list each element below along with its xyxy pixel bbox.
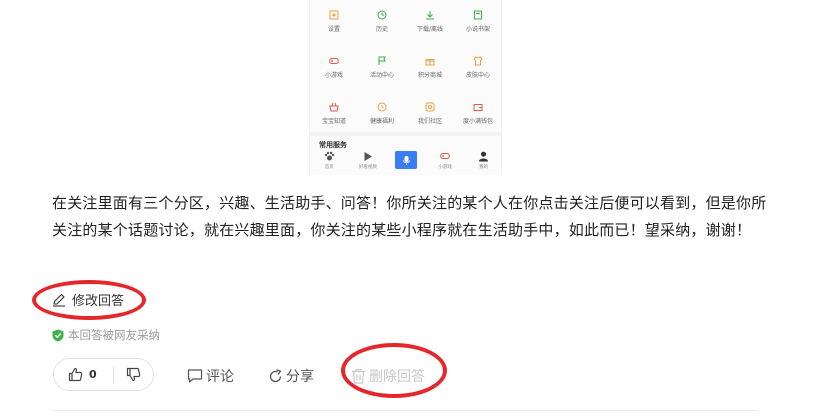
section-divider	[310, 132, 501, 136]
annotation-ring-edit	[32, 280, 146, 320]
service-grid-label: 健康福利	[369, 118, 394, 125]
bookshelf-icon	[474, 10, 482, 20]
phone-tab-label: 我的	[479, 165, 489, 170]
phone-tab[interactable]	[387, 148, 426, 175]
thumbs-up-icon	[68, 367, 83, 382]
service-grid-item[interactable]: 皮肤中心	[454, 54, 501, 86]
phone-tab-bar: 首页 好看视频 小游戏 我的	[310, 148, 501, 175]
annotation-ring-delete	[341, 343, 447, 398]
gamepad-icon	[439, 153, 450, 159]
service-grid-item[interactable]: 历史	[358, 8, 406, 40]
bottom-divider	[52, 410, 758, 411]
service-grid-row: 设置 历史 下载/离线 小说书架	[310, 8, 501, 40]
shirt-icon	[473, 56, 483, 66]
service-grid: 设置 历史 下载/离线 小说书架小游戏 活动中心 积分商城 皮肤中心宝宝知道 健康福利 我们社区…	[310, 0, 501, 132]
service-grid-item[interactable]: 小游戏	[310, 54, 358, 86]
gift-icon	[425, 59, 435, 66]
download-icon	[426, 11, 434, 20]
service-grid-item[interactable]: 健康福利	[358, 100, 406, 132]
paw-icon	[324, 151, 334, 161]
gamepad-icon	[329, 58, 339, 64]
thumbs-down-icon	[126, 367, 141, 382]
share-label: 分享	[286, 369, 314, 385]
service-grid-item[interactable]: 我们社区	[406, 100, 454, 132]
service-grid-item[interactable]: 下载/离线	[406, 8, 454, 40]
basket-icon	[329, 102, 339, 112]
service-grid-label: 我们社区	[417, 118, 442, 125]
comment-label: 评论	[206, 369, 234, 385]
service-grid-item[interactable]: 活动中心	[358, 54, 406, 86]
phone-tab[interactable]: 小游戏	[426, 148, 465, 175]
vote-control: 0	[53, 358, 154, 391]
phone-menu-screenshot: 设置 历史 下载/离线 小说书架小游戏 活动中心 积分商城 皮肤中心宝宝知道 健康福利 我们社区…	[309, 0, 502, 175]
upvote-count: 0	[89, 368, 97, 381]
service-grid-label: 皮肤中心	[465, 72, 490, 79]
share-button[interactable]: 分享	[268, 366, 314, 386]
service-grid-item[interactable]: 设置	[310, 8, 358, 40]
phone-tab-label: 小游戏	[438, 165, 452, 170]
user-icon	[479, 151, 489, 162]
service-grid-row: 小游戏 活动中心 积分商城 皮肤中心	[310, 54, 501, 86]
flag-icon	[378, 56, 386, 65]
comment-button[interactable]: 评论	[187, 366, 234, 386]
service-grid-item[interactable]: 积分商城	[406, 54, 454, 86]
service-grid-item[interactable]: 小说书架	[454, 8, 501, 40]
play-icon	[364, 152, 373, 161]
adopted-badge: 本回答被网友采纳	[52, 327, 160, 343]
phone-tab-label: 好看视频	[358, 165, 377, 170]
downvote-button[interactable]	[114, 367, 153, 382]
answer-text: 在关注里面有三个分区，兴趣、生活助手、问答！你所关注的某个人在你点击关注后便可以…	[52, 194, 767, 239]
history-icon	[377, 10, 387, 20]
phone-tab[interactable]: 我的	[464, 148, 501, 175]
service-grid-label: 下载/离线	[416, 26, 444, 33]
share-icon	[269, 368, 282, 382]
upvote-button[interactable]: 0	[54, 367, 113, 382]
shield-check-icon	[52, 329, 64, 341]
phone-tab[interactable]: 好看视频	[349, 148, 388, 175]
community-icon	[425, 102, 435, 112]
service-grid-label: 积分商城	[417, 72, 442, 79]
microphone-icon	[403, 155, 410, 165]
service-grid-label: 宝宝知道	[321, 118, 346, 125]
phone-tab-label: 首页	[324, 165, 334, 170]
service-grid-label: 活动中心	[369, 72, 394, 79]
service-grid-label: 度小满钱包	[462, 118, 493, 125]
settings-icon	[329, 10, 339, 20]
service-grid-label: 历史	[375, 26, 388, 33]
comment-icon	[187, 369, 203, 383]
wallet-icon	[473, 104, 483, 111]
service-grid-item[interactable]: 宝宝知道	[310, 100, 358, 132]
adopted-label: 本回答被网友采纳	[68, 328, 160, 342]
clock-icon	[377, 102, 387, 112]
service-grid-label: 小游戏	[324, 72, 343, 79]
service-grid-row: 宝宝知道 健康福利 我们社区 度小满钱包	[310, 100, 501, 132]
phone-tab[interactable]: 首页	[310, 148, 349, 175]
service-grid-label: 小说书架	[465, 26, 490, 33]
voice-button	[395, 151, 418, 169]
service-grid-label: 设置	[327, 26, 340, 33]
service-grid-item[interactable]: 度小满钱包	[454, 100, 501, 132]
